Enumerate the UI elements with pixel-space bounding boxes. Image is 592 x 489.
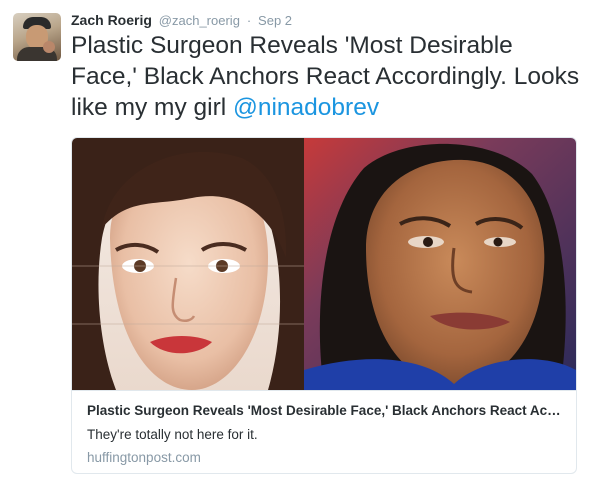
tweet-text: Plastic Surgeon Reveals 'Most Desirable … — [71, 30, 583, 123]
author-handle[interactable]: @zach_roerig — [159, 13, 240, 28]
header-separator: · — [246, 13, 252, 28]
card-image[interactable] — [72, 138, 576, 390]
card-image-left-face — [72, 138, 304, 390]
mention-link[interactable]: @ninadobrev — [233, 94, 379, 121]
card-body[interactable]: Plastic Surgeon Reveals 'Most Desirable … — [72, 390, 576, 473]
card-description: They're totally not here for it. — [87, 427, 258, 442]
avatar-hand-shape — [43, 41, 55, 53]
tweet-header: Zach Roerig @zach_roerig · Sep 2 — [71, 12, 292, 32]
author-name[interactable]: Zach Roerig — [71, 12, 152, 28]
tweet: Zach Roerig @zach_roerig · Sep 2 Plastic… — [0, 0, 592, 489]
card-domain[interactable]: huffingtonpost.com — [87, 450, 201, 465]
card-title[interactable]: Plastic Surgeon Reveals 'Most Desirable … — [87, 403, 567, 418]
card-image-right-face — [304, 138, 576, 390]
tweet-date[interactable]: Sep 2 — [258, 13, 292, 28]
author-avatar[interactable] — [13, 13, 61, 61]
link-card[interactable]: Plastic Surgeon Reveals 'Most Desirable … — [71, 137, 577, 474]
